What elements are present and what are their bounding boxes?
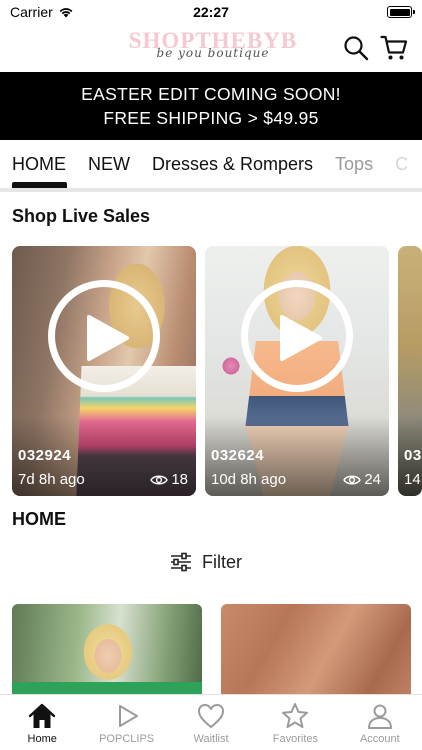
tab-tops[interactable]: Tops — [324, 140, 384, 188]
tab-partial[interactable]: C — [384, 140, 419, 188]
play-icon — [118, 705, 138, 727]
view-count: 18 — [150, 471, 188, 488]
live-time-ago: 14 — [404, 471, 421, 488]
filter-button[interactable]: Filter — [170, 548, 242, 576]
play-icon[interactable] — [48, 280, 160, 392]
tabbar-waitlist-label: Waitlist — [193, 733, 229, 745]
search-icon[interactable] — [342, 34, 370, 62]
tab-home[interactable]: HOME — [0, 140, 77, 188]
star-icon — [282, 703, 309, 728]
filter-label: Filter — [202, 551, 242, 572]
bottom-tab-bar: Home POPCLIPS Waitlist Favorites Account — [0, 694, 422, 750]
tabbar-account[interactable]: Account — [338, 695, 422, 750]
eye-icon — [343, 475, 362, 484]
live-code: 032624 — [211, 447, 265, 464]
tab-dresses-rompers[interactable]: Dresses & Rompers — [141, 140, 324, 188]
product-tile[interactable] — [221, 604, 411, 704]
tabbar-favorites-label: Favorites — [272, 733, 319, 745]
live-sale-card[interactable]: 032624 10d 8h ago 24 — [205, 246, 389, 496]
tabbar-popclips-label: POPCLIPS — [99, 733, 155, 745]
live-sale-card[interactable]: 032924 7d 8h ago 18 — [12, 246, 196, 496]
tabbar-home-label: Home — [27, 733, 57, 745]
live-sales-carousel[interactable]: 032924 7d 8h ago 18 032624 10d 8h ago 24 — [12, 246, 422, 496]
live-code: 032924 — [18, 447, 72, 464]
tabbar-popclips[interactable]: POPCLIPS — [84, 695, 168, 750]
tabbar-waitlist[interactable]: Waitlist — [169, 695, 253, 750]
promo-line-2: FREE SHIPPING > $49.95 — [103, 108, 319, 128]
category-tabs: HOME NEW Dresses & Rompers Tops C — [0, 140, 422, 192]
heart-icon — [198, 704, 225, 728]
clock: 22:27 — [193, 4, 229, 20]
live-time-ago: 7d 8h ago — [18, 471, 85, 488]
play-icon[interactable] — [241, 280, 353, 392]
live-code: 03 — [404, 447, 422, 464]
tabbar-home[interactable]: Home — [0, 695, 84, 750]
eye-icon — [150, 475, 169, 484]
person-icon — [367, 704, 392, 729]
sliders-icon — [171, 552, 191, 572]
cart-icon[interactable] — [380, 34, 408, 62]
home-icon — [29, 703, 56, 728]
view-count: 24 — [343, 471, 381, 488]
promo-banner[interactable]: EASTER EDIT COMING SOON! FREE SHIPPING >… — [0, 72, 422, 140]
product-image — [221, 604, 411, 704]
brand-logo[interactable]: SHOPTHEBYB be you boutique — [118, 29, 308, 68]
live-sale-card[interactable]: 03 14 — [398, 246, 422, 496]
product-image — [12, 604, 202, 704]
home-section-heading: HOME — [12, 509, 66, 529]
view-count-value: 18 — [171, 471, 188, 488]
live-sales-heading: Shop Live Sales — [12, 206, 151, 226]
status-bar: Carrier 22:27 — [0, 0, 422, 24]
tabbar-favorites[interactable]: Favorites — [253, 695, 337, 750]
app-header: SHOPTHEBYB be you boutique — [0, 26, 422, 72]
view-count-value: 24 — [364, 471, 381, 488]
battery-icon — [387, 6, 415, 18]
live-time-ago: 10d 8h ago — [211, 471, 287, 488]
tab-new[interactable]: NEW — [77, 140, 141, 188]
product-tile[interactable] — [12, 604, 202, 704]
promo-line-1: EASTER EDIT COMING SOON! — [81, 84, 341, 104]
tabbar-account-label: Account — [359, 733, 400, 745]
